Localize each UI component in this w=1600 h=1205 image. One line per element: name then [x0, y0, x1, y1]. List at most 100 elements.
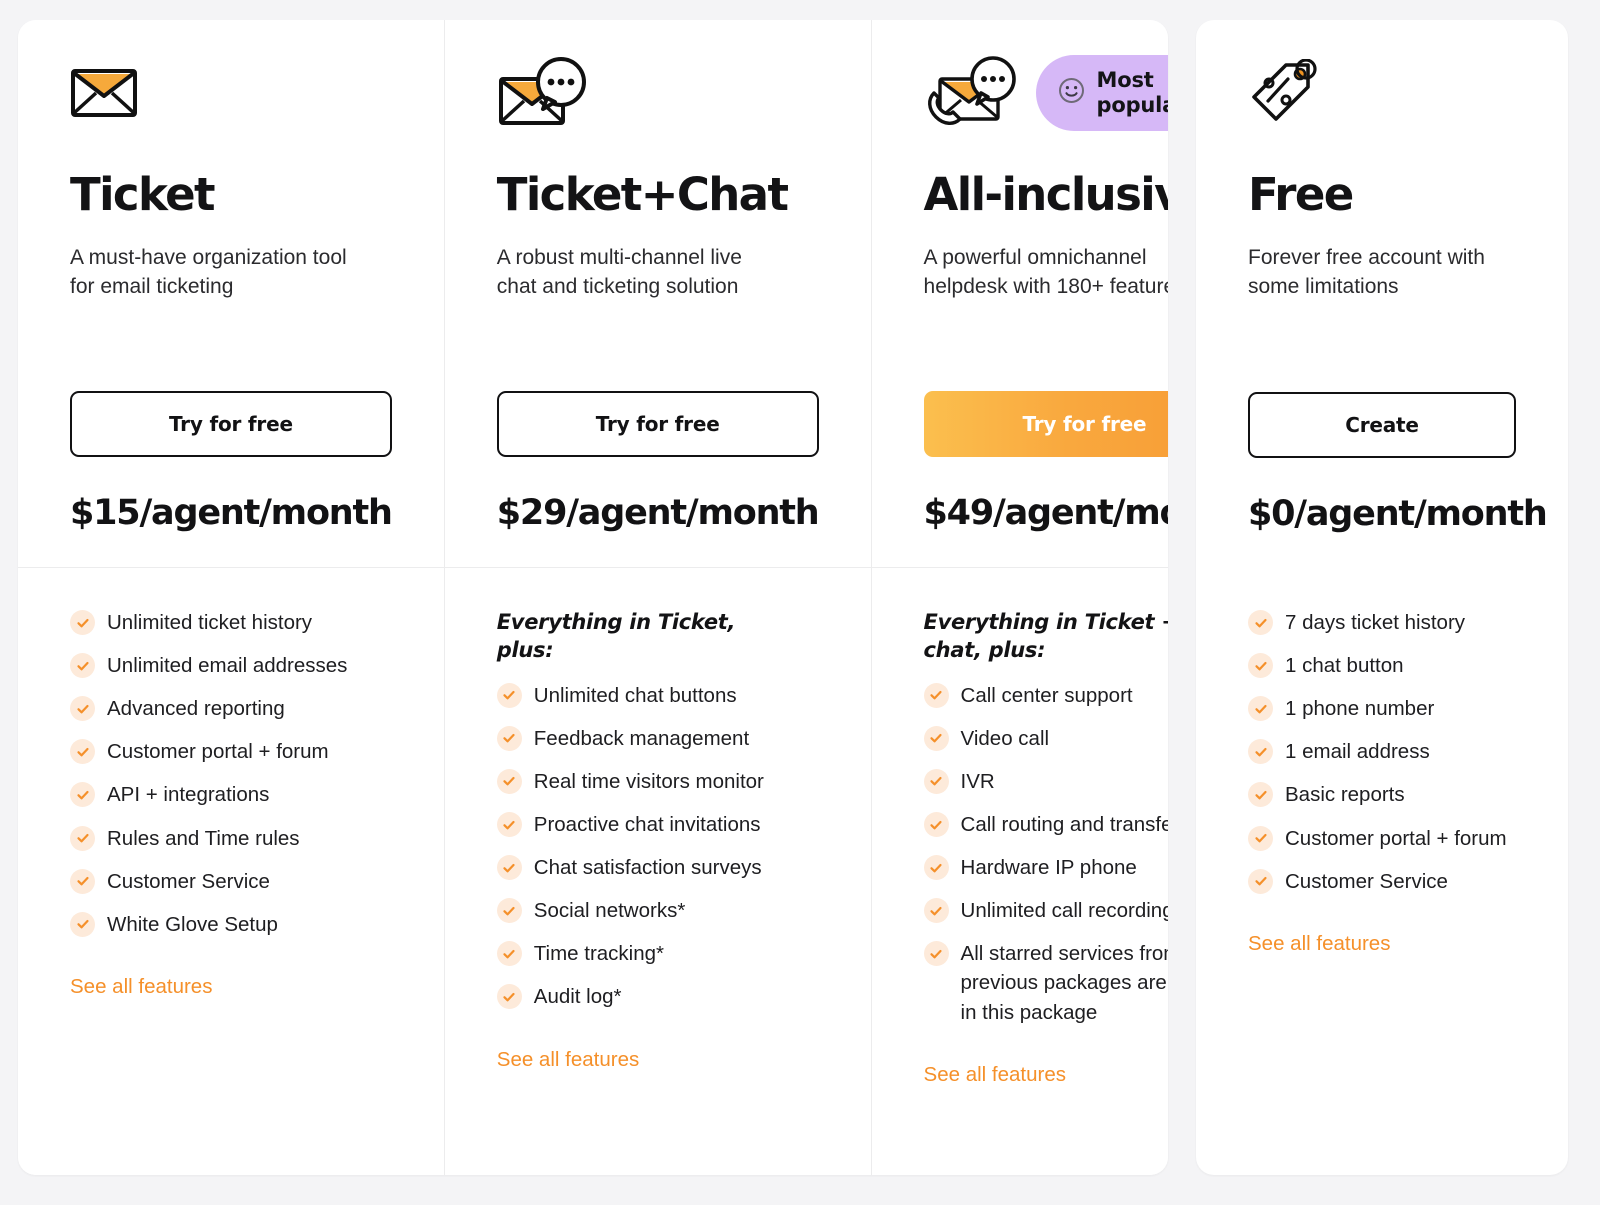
feature-item: 1 phone number: [1248, 694, 1516, 723]
price-tag-icon: [1248, 59, 1318, 127]
feature-item: Customer portal + forum: [70, 737, 392, 766]
check-icon: [70, 696, 95, 722]
feature-label: Call routing and transfers: [960, 813, 1168, 837]
see-all-features-link[interactable]: See all features: [924, 1063, 1066, 1087]
plan-description: Forever free account with some limitatio…: [1248, 246, 1485, 298]
feature-label: Unlimited chat buttons: [533, 683, 737, 707]
plan-cta-wrap: Create $0/agent/month: [1248, 392, 1548, 568]
feature-item: Real time visitors monitor: [496, 767, 819, 796]
check-icon: [923, 768, 949, 794]
feature-label: IVR: [960, 769, 995, 793]
feature-item: Chat satisfaction surveys: [496, 853, 819, 882]
pricing-table: Ticket A must-have organization tool for…: [0, 0, 1600, 1205]
create-button[interactable]: Create: [1248, 392, 1516, 458]
feature-item: Call center support: [923, 681, 1168, 710]
feature-label: White Glove Setup: [107, 912, 278, 936]
feature-item: 7 days ticket history: [1248, 608, 1516, 637]
check-icon: [496, 768, 522, 794]
see-all-features-link[interactable]: See all features: [1248, 932, 1390, 956]
feature-item: Video call: [923, 724, 1168, 753]
check-icon: [496, 984, 522, 1010]
plan-icon-row: [1248, 50, 1516, 136]
feature-label: Unlimited ticket history: [107, 611, 313, 634]
plan-title: Ticket+Chat: [496, 168, 789, 221]
plan-icon-row: Most popular: [924, 50, 1168, 136]
check-icon: [70, 653, 95, 679]
feature-item: Hardware IP phone: [923, 853, 1168, 882]
features-inherit-header: Everything in Ticket, plus:: [496, 610, 736, 663]
check-icon: [70, 739, 95, 765]
feature-item: Audit log*: [496, 982, 819, 1011]
feature-item: Unlimited call recordings: [923, 896, 1168, 925]
most-popular-badge: Most popular: [1035, 55, 1168, 131]
try-for-free-button[interactable]: Try for free: [70, 391, 392, 457]
check-icon: [1248, 653, 1273, 679]
plan-description: A powerful omnichannel helpdesk with 180…: [923, 246, 1168, 298]
see-all-features-link[interactable]: See all features: [70, 975, 212, 999]
feature-label: API + integrations: [107, 783, 270, 807]
plan-header: Ticket+Chat A robust multi-channel live …: [444, 20, 871, 568]
feature-label: Unlimited email addresses: [107, 654, 348, 678]
check-icon: [1248, 825, 1273, 851]
check-icon: [496, 898, 522, 924]
plan-price: $29/agent/month: [496, 493, 820, 533]
most-popular-badge-label: Most popular: [1096, 68, 1168, 117]
feature-list: Unlimited ticket history Unlimited email…: [70, 608, 392, 953]
plan-features-section: 7 days ticket history 1 chat button 1 ph…: [1196, 568, 1568, 1175]
try-for-free-button[interactable]: Try for free: [923, 391, 1168, 457]
check-icon: [923, 812, 949, 838]
check-icon: [70, 868, 95, 894]
plan-card-ticket: Ticket A must-have organization tool for…: [18, 20, 444, 1175]
feature-label: 7 days ticket history: [1285, 611, 1466, 634]
check-icon: [923, 941, 949, 967]
feature-label: Hardware IP phone: [960, 856, 1137, 880]
feature-item: Customer portal + forum: [1248, 824, 1516, 853]
feature-label: Social networks*: [533, 899, 686, 923]
feature-label: Call center support: [960, 683, 1133, 707]
feature-item: Unlimited email addresses: [70, 651, 392, 680]
try-for-free-button[interactable]: Try for free: [496, 391, 819, 457]
plan-cta-wrap: Try for free $29/agent/month: [496, 391, 820, 567]
feature-item: Social networks*: [496, 896, 819, 925]
feature-label: Unlimited call recordings: [960, 899, 1168, 923]
feature-label: Chat satisfaction surveys: [533, 856, 762, 880]
feature-label: Feedback management: [533, 726, 750, 750]
feature-item: Unlimited ticket history: [70, 608, 392, 637]
feature-item: Unlimited chat buttons: [496, 681, 819, 710]
check-icon: [70, 610, 95, 635]
feature-list: Unlimited chat buttons Feedback manageme…: [496, 681, 819, 1026]
plan-features-section: Everything in Ticket, plus: Unlimited ch…: [445, 568, 871, 1175]
plan-price: $49/agent/month: [923, 493, 1168, 533]
plan-header: Ticket A must-have organization tool for…: [18, 20, 444, 568]
plan-header: Free Forever free account with some limi…: [1196, 20, 1568, 568]
feature-label: Audit log*: [533, 985, 622, 1009]
plan-icon-row: [70, 50, 392, 136]
plan-card-ticket-chat: Ticket+Chat A robust multi-channel live …: [443, 20, 871, 1175]
check-icon: [1248, 868, 1273, 894]
check-icon: [70, 782, 95, 808]
feature-item: Advanced reporting: [70, 694, 392, 723]
plan-cta-wrap: Try for free $49/agent/month: [923, 391, 1168, 567]
feature-label: Rules and Time rules: [107, 826, 300, 850]
check-icon: [496, 725, 522, 751]
envelope-chat-icon: [497, 57, 589, 129]
see-all-features-link[interactable]: See all features: [497, 1048, 639, 1072]
plan-price: $0/agent/month: [1248, 494, 1548, 534]
smiley-icon: [1058, 77, 1085, 109]
check-icon: [923, 682, 949, 708]
feature-label: Customer Service: [1285, 869, 1448, 893]
feature-list: 7 days ticket history 1 chat button 1 ph…: [1248, 608, 1516, 910]
check-icon: [923, 725, 949, 751]
feature-label: Basic reports: [1285, 783, 1405, 807]
feature-item: Customer Service: [1248, 867, 1516, 896]
feature-item: Basic reports: [1248, 780, 1516, 809]
feature-list: Call center support Video call IVR Call …: [923, 681, 1168, 1041]
plan-header: Most popular All-inclusive A powerful om…: [871, 20, 1168, 568]
feature-item: IVR: [923, 767, 1168, 796]
plan-cta-wrap: Try for free $15/agent/month: [70, 391, 393, 567]
feature-item: Feedback management: [496, 724, 819, 753]
envelope-icon: [70, 67, 138, 119]
envelope-chat-phone-icon: [924, 55, 1020, 131]
